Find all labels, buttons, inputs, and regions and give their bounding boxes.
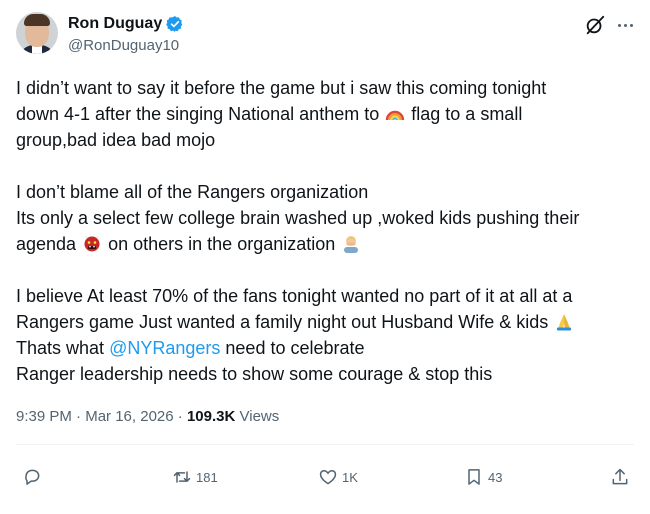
divider <box>16 444 634 445</box>
tweet-line: Thats what @NYRangers need to celebrate <box>16 338 365 358</box>
tweet-date[interactable]: Mar 16, 2026 <box>85 408 173 425</box>
retweet-icon <box>173 471 191 483</box>
mention-link[interactable]: @NYRangers <box>109 338 220 358</box>
avatar[interactable] <box>16 12 58 54</box>
tweet-meta: 9:39 PM · Mar 16, 2026 · 109.3K Views <box>16 408 279 425</box>
bookmark-button[interactable]: 43 <box>464 466 502 488</box>
bookmark-icon <box>468 469 480 485</box>
share-button[interactable] <box>610 466 630 488</box>
bookmark-count: 43 <box>488 469 503 485</box>
tweet-line: agenda on others in the organization <box>16 231 636 257</box>
tweet-line: down 4-1 after the singing National anth… <box>16 104 523 124</box>
retweet-button[interactable]: 181 <box>172 466 218 488</box>
tweet-line: I didn’t want to say it before the game … <box>16 78 547 98</box>
author-name-row: Ron Duguay <box>68 15 184 33</box>
ogre-emoji <box>84 235 100 252</box>
views-count: 109.3K <box>186 408 236 425</box>
grok-icon[interactable] <box>584 14 606 36</box>
reply-button[interactable] <box>22 466 46 488</box>
man-facepalming-emoji <box>344 236 359 253</box>
more-icon[interactable] <box>614 16 636 34</box>
tweet-line: Ranger leadership needs to show some cou… <box>16 364 493 384</box>
folded-hands-emoji <box>557 314 572 331</box>
tweet-line: I believe At least 70% of the fans tonig… <box>16 286 573 306</box>
tweet: Ron Duguay @RonDuguay10 I didn’t want to… <box>0 0 650 514</box>
retweet-count: 181 <box>196 469 218 485</box>
author-display-name[interactable]: Ron Duguay <box>68 15 162 33</box>
verified-badge-icon <box>166 16 183 32</box>
meta-separator: · <box>177 408 183 425</box>
rainbow-emoji <box>386 110 405 121</box>
tweet-time[interactable]: 9:39 PM <box>16 408 72 425</box>
like-button[interactable]: 1K <box>318 466 358 488</box>
meta-separator: · <box>76 408 82 425</box>
like-icon <box>319 470 337 485</box>
tweet-text: I didn’t want to say it before the game … <box>16 75 636 387</box>
tweet-line: I don’t blame all of the Rangers organiz… <box>16 182 369 202</box>
tweet-line: group,bad idea bad mojo <box>16 130 216 150</box>
tweet-line: Rangers game Just wanted a family night … <box>16 309 636 335</box>
tweet-line: Its only a select few college brain wash… <box>16 208 580 228</box>
share-icon <box>612 468 628 485</box>
like-count: 1K <box>342 469 358 485</box>
views-label: Views <box>239 408 280 425</box>
author-handle[interactable]: @RonDuguay10 <box>68 37 179 54</box>
reply-icon <box>25 469 40 485</box>
